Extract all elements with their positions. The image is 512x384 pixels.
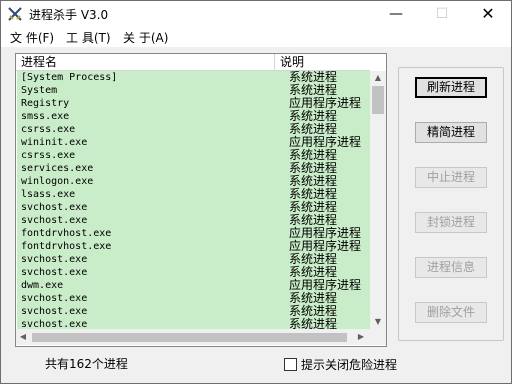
process-name-cell: [System Process] [21,72,118,83]
process-name-cell: lsass.exe [21,189,76,200]
process-name-cell: smss.exe [21,111,70,122]
block-process-button[interactable]: 封锁进程 [415,212,487,233]
action-button-group: 刷新进程 精简进程 中止进程 封锁进程 进程信息 删除文件 [398,67,504,341]
main-window: 进程杀手 V3.0 — ☐ ✕ 文 件(F) 工 具(T) 关 于(A) 进程名… [0,0,512,384]
menu-file[interactable]: 文 件(F) [10,29,54,46]
process-name-cell: wininit.exe [21,137,88,148]
process-name-cell: dwm.exe [21,280,64,291]
process-count-label: 共有162个进程 [45,357,128,371]
minimize-button[interactable]: — [373,1,419,27]
process-name-cell: svchost.exe [21,267,88,278]
window-title: 进程杀手 V3.0 [29,8,109,22]
list-header: 进程名 说明 [16,54,370,71]
simplify-process-button[interactable]: 精简进程 [415,122,487,143]
horizontal-scrollbar[interactable]: ◀ ▶ [16,329,370,345]
column-header-desc[interactable]: 说明 [275,54,370,70]
scroll-left-icon[interactable]: ◀ [16,329,30,345]
horizontal-scroll-thumb[interactable] [32,333,347,342]
process-name-cell: svchost.exe [21,306,88,317]
menu-tools[interactable]: 工 具(T) [66,29,111,46]
table-row[interactable]: svchost.exe 系统进程 [17,318,370,329]
process-name-cell: System [21,85,58,96]
process-name-cell: fontdrvhost.exe [21,241,112,252]
vertical-scroll-thumb[interactable] [372,86,384,114]
process-name-cell: svchost.exe [21,293,88,304]
process-name-cell: csrss.exe [21,124,76,135]
process-rows: [System Process] 系统进程 System 系统进程 Registry 应用… [17,71,370,329]
process-name-cell: fontdrvhost.exe [21,228,112,239]
process-list[interactable]: 进程名 说明 [System Process] 系统进程 System 系统进程 Reg… [15,53,387,347]
menu-about[interactable]: 关 于(A) [123,29,168,46]
refresh-process-button[interactable]: 刷新进程 [415,77,487,98]
process-name-cell: services.exe [21,163,94,174]
process-name-cell: svchost.exe [21,319,88,329]
process-info-button[interactable]: 进程信息 [415,257,487,278]
column-header-name[interactable]: 进程名 [16,54,275,70]
process-name-cell: winlogon.exe [21,176,94,187]
danger-prompt-checkbox[interactable] [284,358,297,371]
process-name-cell: svchost.exe [21,202,88,213]
process-desc-cell: 系统进程 [289,317,338,330]
process-name-cell: Registry [21,98,70,109]
danger-prompt-label[interactable]: 提示关闭危险进程 [301,356,397,373]
vertical-scrollbar[interactable]: ▲ ▼ [370,71,386,329]
scroll-up-icon[interactable]: ▲ [370,71,386,85]
menu-bar: 文 件(F) 工 具(T) 关 于(A) [1,27,511,47]
title-bar[interactable]: 进程杀手 V3.0 — ☐ ✕ [1,1,511,27]
delete-file-button[interactable]: 删除文件 [415,302,487,323]
maximize-button[interactable]: ☐ [419,1,465,27]
process-name-cell: csrss.exe [21,150,76,161]
process-name-cell: svchost.exe [21,254,88,265]
scroll-down-icon[interactable]: ▼ [370,315,386,329]
scrollbar-corner [370,329,386,345]
terminate-process-button[interactable]: 中止进程 [415,167,487,188]
process-name-cell: svchost.exe [21,215,88,226]
crossed-swords-icon [8,7,22,21]
close-button[interactable]: ✕ [465,1,511,27]
scroll-right-icon[interactable]: ▶ [354,329,368,345]
